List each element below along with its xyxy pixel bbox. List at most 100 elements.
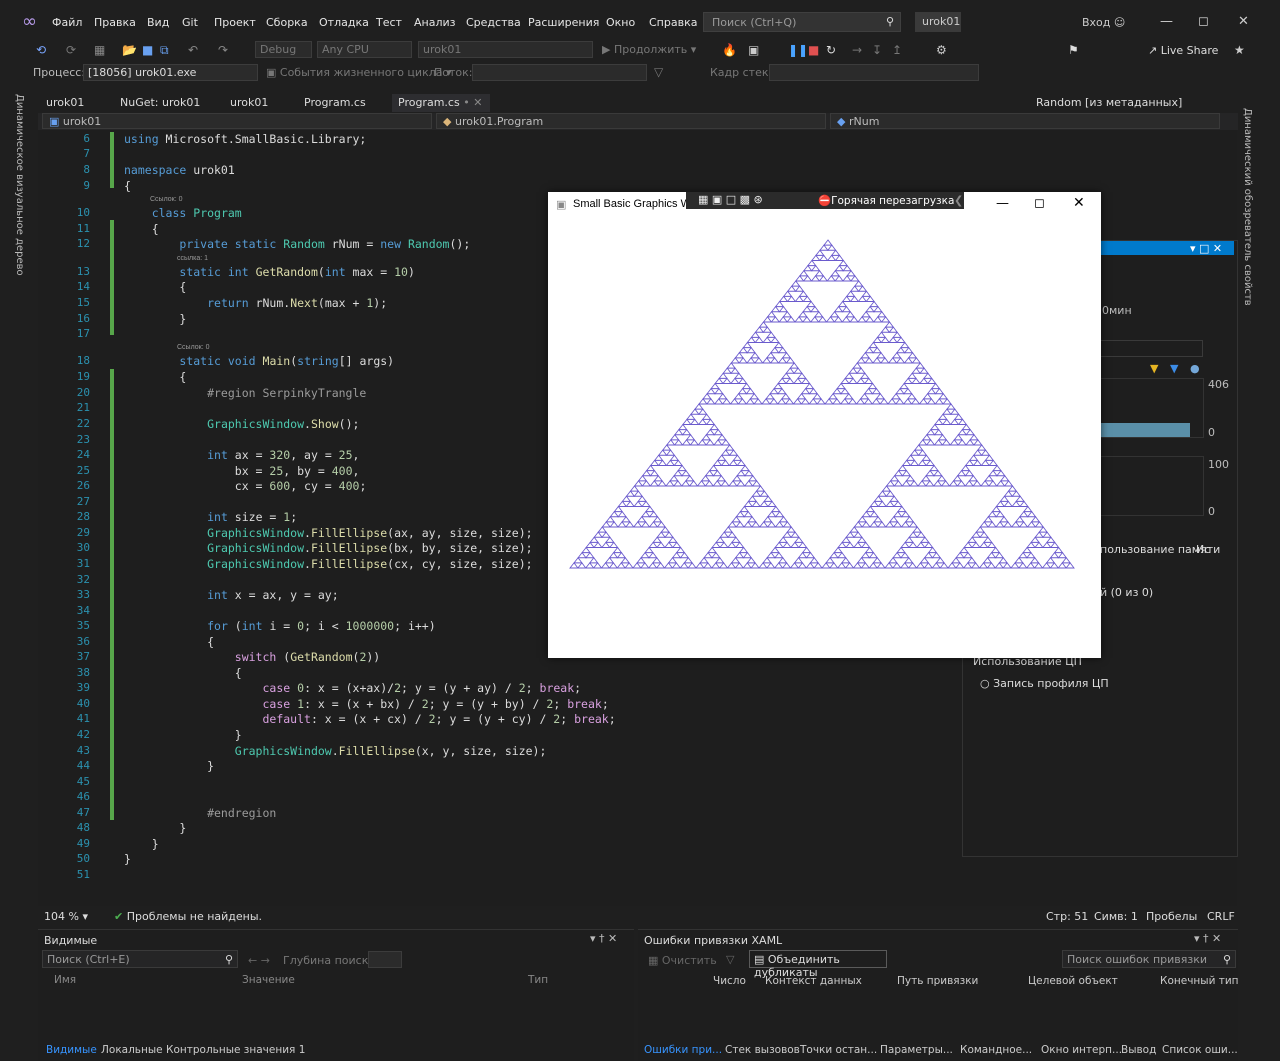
hot-reload-button[interactable]: ⛔Горячая перезагрузка xyxy=(818,194,954,207)
restart-icon[interactable]: ↻ xyxy=(826,43,836,57)
col-binding-path[interactable]: Путь привязки xyxy=(897,975,978,987)
clear-button[interactable]: ▦ Очистить xyxy=(648,954,717,967)
col-count[interactable]: Число xyxy=(713,975,746,987)
member-nav-select[interactable]: ◆ rNum xyxy=(830,113,1220,129)
code-line[interactable]: int size = 1; xyxy=(124,510,297,524)
code-line[interactable]: int ax = 320, ay = 25, xyxy=(124,448,359,462)
save-all-icon[interactable]: ⧉ xyxy=(160,43,169,58)
code-line[interactable]: } xyxy=(124,837,159,851)
lifecycle-events-button[interactable]: ▣ События жизненного цикла ▾ xyxy=(266,66,452,79)
line-ending[interactable]: CRLF xyxy=(1207,910,1235,923)
code-line[interactable]: GraphicsWindow.FillEllipse(cx, cy, size,… xyxy=(124,557,532,571)
code-line[interactable]: switch (GetRandom(2)) xyxy=(124,650,380,664)
tab-urok01[interactable]: urok01 xyxy=(46,94,84,111)
search-input[interactable]: Поиск (Ctrl+Q) ⚲ xyxy=(703,12,901,32)
code-line[interactable]: GraphicsWindow.Show(); xyxy=(124,417,359,431)
live-property-explorer-tab[interactable]: Динамический обозреватель свойств xyxy=(1242,108,1253,306)
code-line[interactable]: for (int i = 0; i < 1000000; i++) xyxy=(124,619,436,633)
diag-search-field[interactable] xyxy=(1100,340,1203,357)
step-into-icon[interactable]: ↧ xyxy=(872,43,882,57)
menu-item[interactable]: Отладка xyxy=(319,16,369,29)
code-line[interactable]: { xyxy=(124,222,159,236)
back-icon[interactable]: ⟲ xyxy=(36,43,46,57)
startup-project-select[interactable]: urok01 xyxy=(418,41,593,58)
screenshot-icon[interactable]: ▣ xyxy=(748,43,759,57)
code-line[interactable]: { xyxy=(124,635,214,649)
bottom-tab[interactable]: Стек вызовов xyxy=(725,1044,800,1056)
code-line[interactable]: { xyxy=(124,179,131,193)
code-line[interactable]: #endregion xyxy=(124,806,276,820)
bottom-tab[interactable]: Список оши... xyxy=(1162,1044,1238,1056)
open-folder-icon[interactable]: 📂 xyxy=(122,43,137,57)
bottom-tab[interactable]: Точки остан... xyxy=(800,1044,877,1056)
process-select[interactable]: [18056] urok01.exe xyxy=(83,64,258,81)
bottom-tab[interactable]: Ошибки при... xyxy=(644,1044,722,1056)
merge-duplicates-toggle[interactable]: ▤ Объединить дубликаты xyxy=(749,950,887,979)
pause-icon[interactable]: ❚❚ xyxy=(788,43,808,57)
menu-item[interactable]: Вид xyxy=(147,16,169,29)
panel-controls-icon[interactable]: ▾ † ✕ xyxy=(590,932,617,945)
menu-item[interactable]: Справка xyxy=(649,16,697,29)
tab-locals[interactable]: Локальные xyxy=(101,1044,163,1056)
menu-item[interactable]: Проект xyxy=(214,16,256,29)
thread-select[interactable] xyxy=(472,64,647,81)
in-app-toolbar-icons[interactable]: ▦ ▣ □ ▩ ⊛ xyxy=(698,193,763,206)
code-line[interactable]: GraphicsWindow.FillEllipse(x, y, size, s… xyxy=(124,744,547,758)
code-line[interactable]: GraphicsWindow.FillEllipse(ax, ay, size,… xyxy=(124,526,532,540)
minimize-button[interactable]: — xyxy=(1160,14,1173,29)
project-nav-select[interactable]: ▣ urok01 xyxy=(42,113,432,129)
code-line[interactable]: { xyxy=(124,666,242,680)
undo-icon[interactable]: ↶ xyxy=(188,43,198,57)
code-line[interactable]: case 0: x = (x+ax)/2; y = (y + ay) / 2; … xyxy=(124,681,581,695)
menu-item[interactable]: Сборка xyxy=(266,16,308,29)
codelens-refs[interactable]: Ссылок: 0 xyxy=(150,196,183,203)
redo-icon[interactable]: ↷ xyxy=(218,43,228,57)
code-line[interactable]: cx = 600, cy = 400; xyxy=(124,479,367,493)
whitespace-mode[interactable]: Пробелы xyxy=(1146,910,1197,923)
tab-urok01-2[interactable]: urok01 xyxy=(230,94,268,111)
bookmark-icon[interactable]: ⚑ xyxy=(1068,43,1079,57)
code-line[interactable]: { xyxy=(124,370,186,384)
code-line[interactable]: } xyxy=(124,759,214,773)
menu-item[interactable]: Тест xyxy=(376,16,402,29)
maximize-button[interactable]: ◻ xyxy=(1198,14,1209,29)
hot-reload-icon[interactable]: 🔥 xyxy=(722,43,737,57)
code-line[interactable]: default: x = (x + cx) / 2; y = (y + cy) … xyxy=(124,712,615,726)
gfx-minimize-button[interactable]: — xyxy=(996,196,1009,211)
code-line[interactable]: namespace urok01 xyxy=(124,163,235,177)
menu-item[interactable]: Окно xyxy=(606,16,635,29)
forward-icon[interactable]: ⟳ xyxy=(66,43,76,57)
code-line[interactable]: using Microsoft.SmallBasic.Library; xyxy=(124,132,366,146)
col-data-context[interactable]: Контекст данных xyxy=(765,975,862,987)
stack-frame-select[interactable] xyxy=(769,64,979,81)
menu-item[interactable]: Git xyxy=(182,16,198,29)
code-line[interactable]: } xyxy=(124,852,131,866)
code-line[interactable]: bx = 25, by = 400, xyxy=(124,464,360,478)
code-line[interactable]: GraphicsWindow.FillEllipse(bx, by, size,… xyxy=(124,541,532,555)
tab-close-icon[interactable]: ✕ xyxy=(473,96,482,109)
feedback-icon[interactable]: ★ xyxy=(1234,43,1245,57)
stop-icon[interactable]: ■ xyxy=(808,43,819,57)
col-target[interactable]: Целевой объект xyxy=(1028,975,1118,987)
menu-item[interactable]: Анализ xyxy=(414,16,456,29)
filter-icon[interactable]: ▽ xyxy=(726,953,734,966)
codelens-refs[interactable]: ссылка: 1 xyxy=(177,255,208,262)
code-line[interactable]: } xyxy=(124,728,242,742)
menu-item[interactable]: Правка xyxy=(94,16,136,29)
code-line[interactable]: { xyxy=(124,280,186,294)
navigate-arrows-icon[interactable]: ← → xyxy=(248,954,270,967)
tab-io[interactable]: Ис xyxy=(1196,543,1210,556)
diagnostics-icon[interactable]: ⚙ xyxy=(936,43,947,57)
bottom-tab[interactable]: Вывод xyxy=(1121,1044,1156,1056)
code-line[interactable]: return rNum.Next(max + 1); xyxy=(124,296,387,310)
tab-nuget[interactable]: NuGet: urok01 xyxy=(120,94,200,111)
tab-autos[interactable]: Видимые xyxy=(46,1044,97,1056)
class-nav-select[interactable]: ◆ urok01.Program xyxy=(436,113,826,129)
configuration-select[interactable]: Debug xyxy=(255,41,312,58)
code-line[interactable]: static void Main(string[] args) xyxy=(124,354,394,368)
step-out-icon[interactable]: ↥ xyxy=(892,43,902,57)
code-line[interactable]: } xyxy=(124,821,186,835)
collapse-toolbar-icon[interactable]: ❮ xyxy=(954,194,963,207)
code-line[interactable]: #region SerpinkyTrangle xyxy=(124,386,366,400)
problems-indicator[interactable]: ✔ Проблемы не найдены. xyxy=(114,910,262,923)
